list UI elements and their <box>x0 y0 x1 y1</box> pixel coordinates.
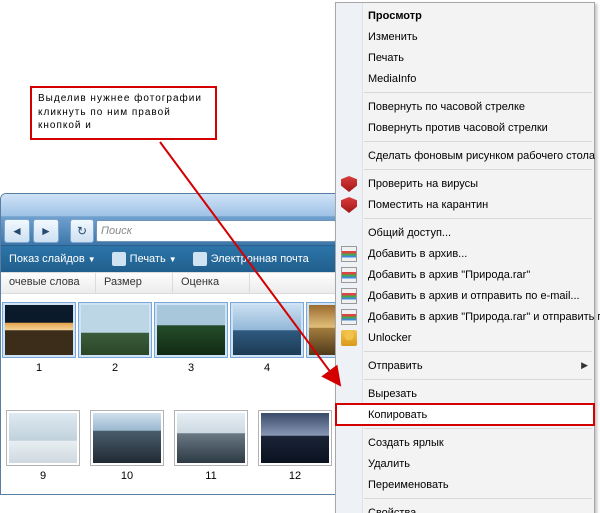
column-headers: очевые слова Размер Оценка <box>1 272 341 294</box>
col-size[interactable]: Размер <box>96 273 173 293</box>
submenu-arrow-icon: ▶ <box>581 360 588 371</box>
kaspersky-icon <box>341 197 357 213</box>
command-toolbar: Показ слайдов▼ Печать▼ Электронная почта <box>1 246 341 272</box>
thumb-10[interactable]: 10 <box>86 410 168 482</box>
menu-share[interactable]: Общий доступ... <box>336 222 594 243</box>
col-keywords[interactable]: очевые слова <box>1 273 96 293</box>
menu-archive-email[interactable]: Добавить в архив и отправить по e-mail..… <box>336 285 594 306</box>
unlocker-icon <box>341 330 357 346</box>
menu-create-shortcut[interactable]: Создать ярлык <box>336 432 594 453</box>
thumb-1[interactable]: 1 <box>2 302 76 374</box>
search-input[interactable]: Поиск <box>96 220 336 242</box>
menu-mediainfo[interactable]: MediaInfo <box>336 68 594 89</box>
menu-cut[interactable]: Вырезать <box>336 383 594 404</box>
thumb-3[interactable]: 3 <box>154 302 228 374</box>
thumbnail-grid: 1 2 3 4 5 9 10 11 12 <box>1 294 341 494</box>
refresh-button[interactable]: ↻ <box>70 219 94 243</box>
menu-unlocker[interactable]: Unlocker <box>336 327 594 348</box>
email-button[interactable]: Электронная почта <box>185 246 317 272</box>
forward-button[interactable]: ► <box>33 219 59 243</box>
nav-toolbar: ◄ ► ↻ Поиск <box>1 217 341 246</box>
instruction-text: Выделив нужнее фотографии кликнуть по ни… <box>38 93 202 131</box>
thumb-12[interactable]: 12 <box>254 410 336 482</box>
menu-archive-named-email[interactable]: Добавить в архив "Природа.rar" и отправи… <box>336 306 594 327</box>
thumb-11[interactable]: 11 <box>170 410 252 482</box>
col-rating[interactable]: Оценка <box>173 273 250 293</box>
context-menu: Просмотр Изменить Печать MediaInfo Повер… <box>335 2 595 513</box>
menu-set-wallpaper[interactable]: Сделать фоновым рисунком рабочего стола <box>336 145 594 166</box>
menu-rotate-cw[interactable]: Повернуть по часовой стрелке <box>336 96 594 117</box>
thumb-9[interactable]: 9 <box>2 410 84 482</box>
email-icon <box>193 252 207 266</box>
winrar-icon <box>341 267 357 283</box>
menu-add-archive-named[interactable]: Добавить в архив "Природа.rar" <box>336 264 594 285</box>
menu-rename[interactable]: Переименовать <box>336 474 594 495</box>
menu-add-archive[interactable]: Добавить в архив... <box>336 243 594 264</box>
slideshow-button[interactable]: Показ слайдов▼ <box>1 246 104 272</box>
winrar-icon <box>341 288 357 304</box>
back-button[interactable]: ◄ <box>4 219 30 243</box>
menu-copy[interactable]: Копировать <box>336 404 594 425</box>
winrar-icon <box>341 246 357 262</box>
kaspersky-icon <box>341 176 357 192</box>
menu-print[interactable]: Печать <box>336 47 594 68</box>
thumb-2[interactable]: 2 <box>78 302 152 374</box>
menu-edit[interactable]: Изменить <box>336 26 594 47</box>
menu-send-to[interactable]: Отправить▶ <box>336 355 594 376</box>
menu-properties[interactable]: Свойства <box>336 502 594 513</box>
thumb-4[interactable]: 4 <box>230 302 304 374</box>
menu-view[interactable]: Просмотр <box>336 5 594 26</box>
instruction-callout: Выделив нужнее фотографии кликнуть по ни… <box>30 86 217 140</box>
winrar-icon <box>341 309 357 325</box>
explorer-window: ◄ ► ↻ Поиск Показ слайдов▼ Печать▼ Элект… <box>0 193 342 495</box>
menu-quarantine[interactable]: Поместить на карантин <box>336 194 594 215</box>
menu-delete[interactable]: Удалить <box>336 453 594 474</box>
print-icon <box>112 252 126 266</box>
search-placeholder: Поиск <box>101 225 132 237</box>
print-button[interactable]: Печать▼ <box>104 246 185 272</box>
menu-scan-virus[interactable]: Проверить на вирусы <box>336 173 594 194</box>
window-titlebar[interactable] <box>1 194 341 217</box>
menu-rotate-ccw[interactable]: Повернуть против часовой стрелки <box>336 117 594 138</box>
